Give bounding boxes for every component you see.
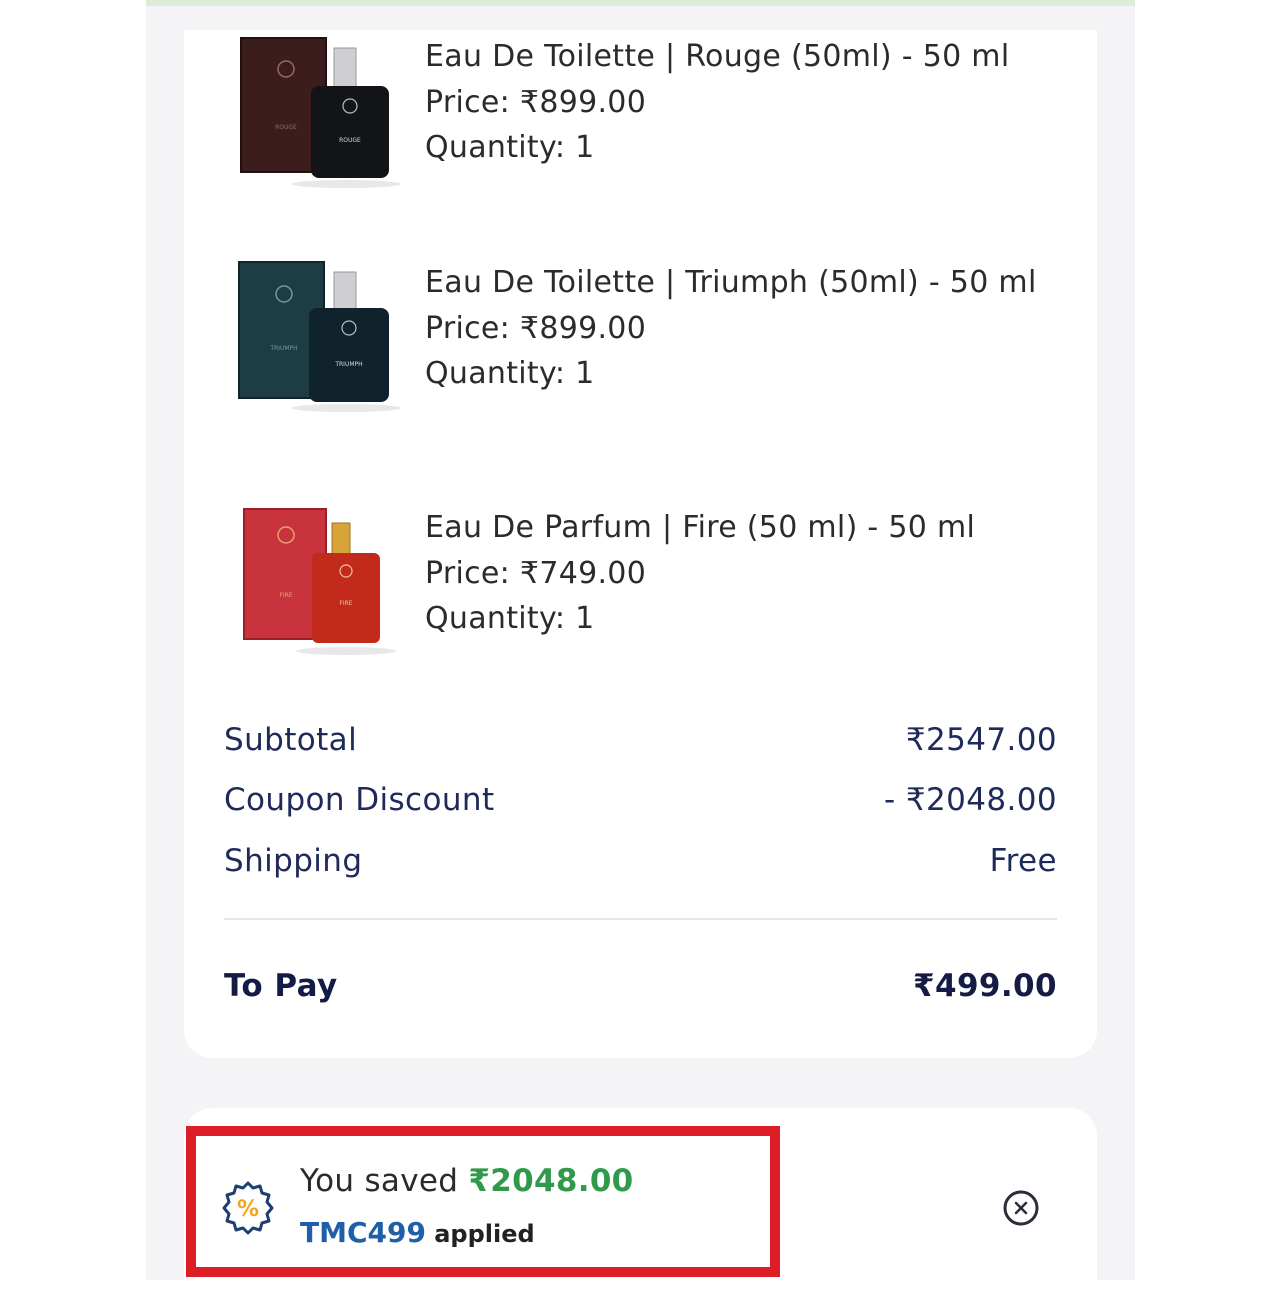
shipping-label: Shipping (224, 843, 363, 879)
coupon-discount-row: Coupon Discount - ₹2048.00 (224, 782, 1057, 826)
item-name: Eau De Parfum | Fire (50 ml) - 50 ml (425, 510, 976, 545)
bottle-label: TRIUMPH (334, 361, 362, 368)
item-price: Price: ₹899.00 (425, 84, 647, 120)
saved-amount: ₹2048.00 (468, 1163, 634, 1199)
item-quantity: Quantity: 1 (425, 601, 595, 636)
item-quantity: Quantity: 1 (425, 356, 595, 391)
to-pay-value: ₹499.00 (913, 968, 1057, 1004)
svg-text:%: % (237, 1197, 259, 1222)
bottle-label: ROUGE (339, 137, 361, 144)
coupon-discount-value: - ₹2048.00 (884, 782, 1057, 818)
shipping-row: Shipping Free (224, 843, 1057, 887)
coupon-code: TMC499 (300, 1216, 426, 1249)
box-label: TRIUMPH (269, 345, 297, 352)
saved-prefix: You saved (300, 1163, 459, 1199)
item-price: Price: ₹899.00 (425, 310, 647, 346)
summary-divider (224, 918, 1057, 920)
box-label: ROUGE (275, 124, 297, 131)
item-price: Price: ₹749.00 (425, 555, 647, 591)
to-pay-label: To Pay (224, 968, 338, 1004)
order-summary-card: ROUGE ROUGE Eau De Toilette | Rouge (50m… (184, 30, 1097, 1058)
subtotal-value: ₹2547.00 (905, 722, 1057, 758)
item-name: Eau De Toilette | Rouge (50ml) - 50 ml (425, 39, 1010, 74)
product-image-rouge: ROUGE ROUGE (240, 37, 401, 188)
percent-badge-icon: % (222, 1181, 274, 1235)
bottle-label: FIRE (339, 600, 352, 607)
subtotal-label: Subtotal (224, 722, 358, 758)
subtotal-row: Subtotal ₹2547.00 (224, 722, 1057, 766)
applied-label: applied (434, 1220, 535, 1248)
item-quantity: Quantity: 1 (425, 130, 595, 165)
close-circle-icon[interactable] (1002, 1189, 1040, 1227)
product-image-fire: FIRE FIRE (243, 508, 396, 655)
coupon-applied-text: TMC499 applied (300, 1216, 535, 1249)
coupon-discount-label: Coupon Discount (224, 782, 495, 818)
to-pay-row: To Pay ₹499.00 (224, 968, 1057, 1012)
top-strip (146, 0, 1135, 6)
saved-text: You saved ₹2048.00 (300, 1163, 634, 1199)
item-name: Eau De Toilette | Triumph (50ml) - 50 ml (425, 265, 1037, 300)
shipping-value: Free (989, 843, 1057, 879)
box-label: FIRE (279, 592, 292, 599)
product-image-triumph: TRIUMPH TRIUMPH (238, 261, 401, 412)
